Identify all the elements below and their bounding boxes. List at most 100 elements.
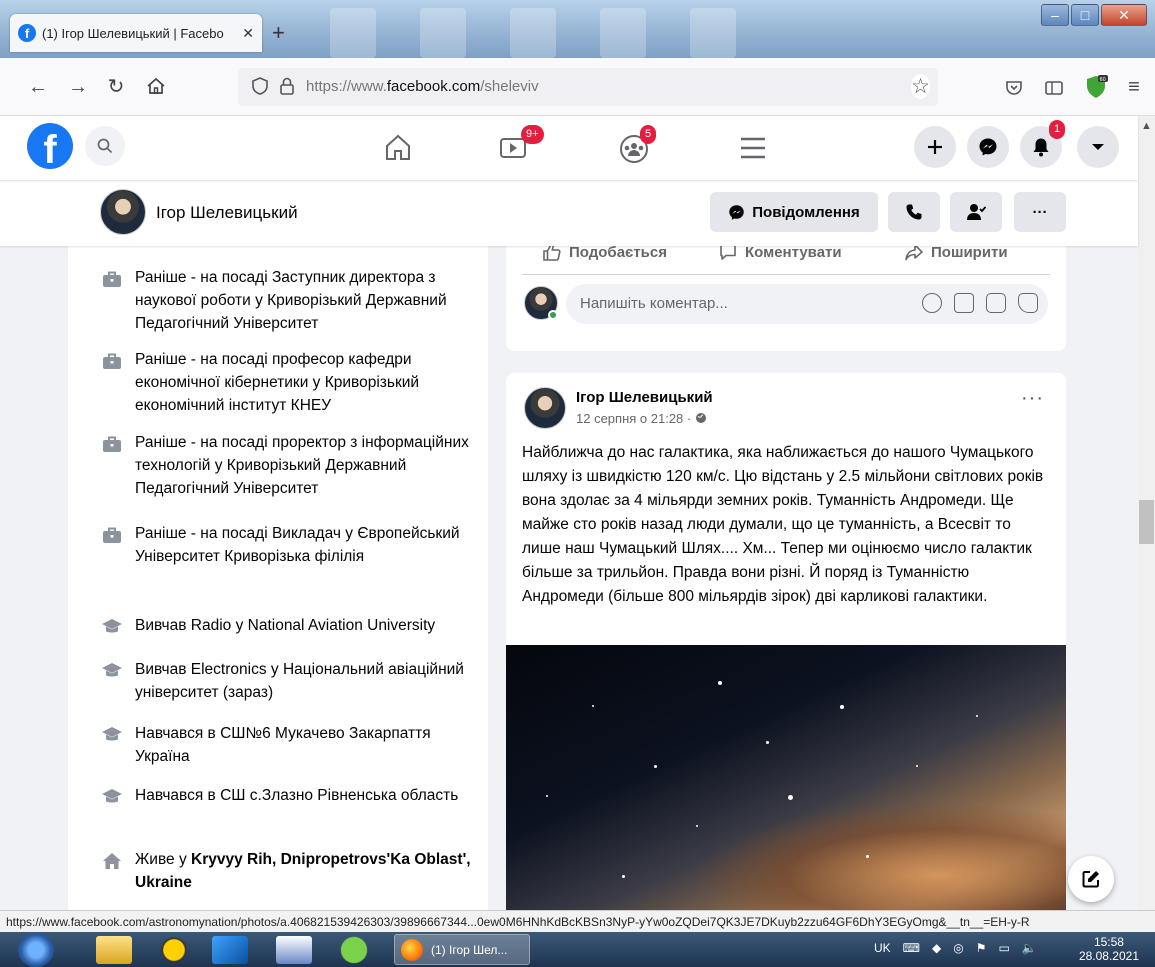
star-decoration xyxy=(976,715,978,717)
facebook-logo-icon[interactable]: f xyxy=(27,123,73,169)
messenger-button[interactable] xyxy=(967,126,1009,168)
background-decoration xyxy=(690,8,736,58)
sticker-icon[interactable] xyxy=(1018,293,1038,313)
graduation-cap-icon xyxy=(102,727,122,741)
bookmark-star-icon[interactable]: ☆ xyxy=(911,74,930,99)
tab-close-icon[interactable]: ✕ xyxy=(242,25,254,42)
intro-item-text: Навчався в СШ№6 Мукачево Закарпаття Укра… xyxy=(135,725,431,765)
search-button[interactable] xyxy=(85,126,125,166)
comment-button[interactable]: Коментувати xyxy=(718,246,842,268)
intro-item: Навчався в СШ№6 Мукачево Закарпаття Укра… xyxy=(101,722,481,768)
call-button[interactable] xyxy=(888,192,940,232)
address-bar[interactable]: https://www.facebook.com/sheleviv ☆ xyxy=(238,68,938,106)
volume-icon[interactable]: 🔈 xyxy=(1022,941,1037,955)
notifications-button[interactable]: 1 xyxy=(1020,120,1066,168)
emoji-icon[interactable] xyxy=(922,293,942,313)
new-message-button[interactable] xyxy=(1068,856,1114,902)
star-decoration xyxy=(696,825,698,827)
account-button[interactable] xyxy=(1077,126,1119,168)
post-timestamp[interactable]: 12 серпня о 21:28 · xyxy=(576,411,707,426)
minimize-button[interactable]: – xyxy=(1041,4,1069,26)
intro-item-text: Раніше - на посаді Заступник директора з… xyxy=(135,269,447,332)
tray-network-icon[interactable]: ◎ xyxy=(953,941,963,955)
document-app-icon[interactable] xyxy=(276,936,312,964)
message-button[interactable]: Повідомлення xyxy=(710,192,878,232)
clock-date: 28.08.2021 xyxy=(1078,949,1139,963)
status-bar-link: https://www.facebook.com/astronomynation… xyxy=(0,910,1155,932)
close-window-button[interactable]: ✕ xyxy=(1101,4,1147,26)
tracking-shield-icon[interactable] xyxy=(250,76,270,96)
post-image-galaxy[interactable] xyxy=(506,645,1066,910)
background-decoration xyxy=(510,8,556,58)
maximize-button[interactable]: □ xyxy=(1071,4,1099,26)
back-arrow-icon[interactable]: ← xyxy=(26,75,50,99)
media-player-icon[interactable] xyxy=(212,936,248,964)
intro-item-text: Раніше - на посаді Викладач у Європейськ… xyxy=(135,525,460,565)
nav-groups-button[interactable]: 5 xyxy=(614,125,657,165)
firefox-taskbar-button[interactable]: (1) Ігор Шел... xyxy=(394,934,530,965)
friend-status-button[interactable] xyxy=(950,192,1002,232)
language-indicator[interactable]: UK xyxy=(874,941,891,955)
intro-item-text: Вивчав Radio у National Aviation Univers… xyxy=(135,617,436,634)
nav-menu-button[interactable] xyxy=(734,129,774,165)
new-tab-button[interactable]: + xyxy=(272,20,285,46)
post-more-button[interactable]: ··· xyxy=(1021,387,1044,410)
keyboard-icon[interactable]: ⌨ xyxy=(903,941,920,955)
share-label: Поширити xyxy=(931,246,1008,261)
home-icon[interactable] xyxy=(144,75,168,99)
intro-item-text: Раніше - на посаді проректор з інформаці… xyxy=(135,434,469,497)
intro-item: Навчався в СШ с.Злазно Рівненська област… xyxy=(101,784,481,808)
reader-view-icon[interactable] xyxy=(1044,78,1064,98)
utorrent-icon[interactable] xyxy=(336,936,372,964)
browser-tab[interactable]: f (1) Ігор Шелевицький | Facebo ✕ xyxy=(10,14,262,52)
profile-sticky-bar: Ігор Шелевицький Повідомлення ··· xyxy=(0,180,1138,246)
profile-name[interactable]: Ігор Шелевицький xyxy=(156,203,298,223)
profile-more-button[interactable]: ··· xyxy=(1014,192,1066,232)
intro-item: Раніше - на посаді Викладач у Європейськ… xyxy=(101,522,481,568)
post-author-avatar[interactable] xyxy=(524,387,566,429)
intro-card: Раніше - на посаді Заступник директора з… xyxy=(68,246,488,910)
profile-avatar[interactable] xyxy=(100,189,146,235)
comment-input[interactable]: Напишіть коментар... xyxy=(566,284,1048,324)
create-button[interactable] xyxy=(914,126,956,168)
globe-icon xyxy=(695,413,706,423)
app-warning-icon[interactable] xyxy=(156,936,192,964)
scroll-up-icon[interactable]: ▲ xyxy=(1141,120,1152,132)
nav-watch-button[interactable]: 9+ xyxy=(494,125,544,165)
clock[interactable]: 15:58 28.08.2021 xyxy=(1079,935,1139,963)
phone-icon xyxy=(906,204,922,220)
camera-icon[interactable] xyxy=(954,293,974,313)
comment-label: Коментувати xyxy=(745,246,842,261)
extension-shield-icon[interactable]: 60 xyxy=(1084,74,1108,100)
share-button[interactable]: Поширити xyxy=(904,246,1008,268)
page-scrollbar[interactable]: ▲ xyxy=(1138,116,1155,910)
reload-icon[interactable]: ↻ xyxy=(104,75,128,99)
scrollbar-thumb[interactable] xyxy=(1139,500,1154,544)
file-explorer-icon[interactable] xyxy=(96,936,132,964)
intro-item-text: Раніше - на посаді професор кафедри екон… xyxy=(135,351,420,414)
intro-item: Вивчав Radio у National Aviation Univers… xyxy=(101,614,481,638)
graduation-cap-icon xyxy=(102,663,122,677)
firefox-icon xyxy=(401,938,423,961)
lock-icon[interactable] xyxy=(278,76,296,96)
nav-home-button[interactable] xyxy=(378,129,418,165)
post-card: Ігор Шелевицький 12 серпня о 21:28 · ···… xyxy=(506,373,1066,910)
flag-icon[interactable]: ⚑ xyxy=(976,941,987,955)
star-decoration xyxy=(654,765,657,768)
pocket-icon[interactable] xyxy=(1004,78,1024,98)
like-button[interactable]: Подобається xyxy=(542,246,667,268)
comment-placeholder: Напишіть коментар... xyxy=(580,295,728,312)
tray-app-icon[interactable]: ◆ xyxy=(932,941,941,955)
start-button[interactable] xyxy=(18,933,54,967)
menu-hamburger-icon[interactable]: ≡ xyxy=(1122,75,1146,99)
forward-arrow-icon[interactable]: → xyxy=(66,75,90,99)
post-author-name[interactable]: Ігор Шелевицький xyxy=(576,389,713,406)
briefcase-icon xyxy=(103,436,121,452)
intro-item: Раніше - на посаді Заступник директора з… xyxy=(101,266,481,335)
clock-time: 15:58 xyxy=(1093,935,1124,949)
gif-icon[interactable] xyxy=(986,293,1006,313)
display-icon[interactable]: ▭ xyxy=(998,941,1009,955)
star-decoration xyxy=(866,855,869,858)
messenger-icon xyxy=(729,204,744,220)
briefcase-icon xyxy=(103,527,121,543)
